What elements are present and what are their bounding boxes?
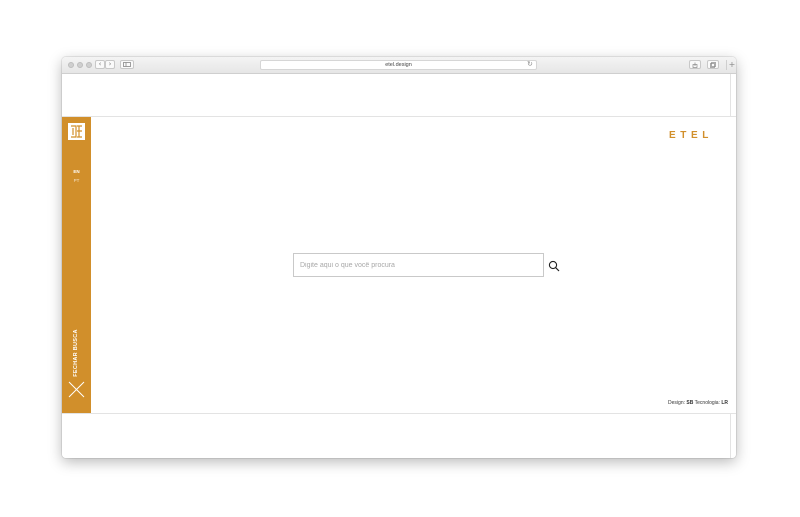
- new-tab-button[interactable]: +: [726, 60, 736, 70]
- window-close-control[interactable]: [68, 62, 74, 68]
- search-sidebar: EN PT FECHAR BUSCA: [62, 117, 91, 414]
- page-bottom-band: [62, 413, 736, 458]
- reload-icon: ↻: [527, 60, 533, 68]
- window-zoom-control[interactable]: [86, 62, 92, 68]
- design-label: Design:: [668, 400, 685, 406]
- sidebar-toggle-button[interactable]: [120, 60, 134, 69]
- address-bar[interactable]: etel.design: [260, 60, 537, 70]
- language-pt-link[interactable]: PT: [62, 178, 91, 183]
- chevron-right-icon: ›: [108, 60, 112, 68]
- back-button[interactable]: ‹: [95, 60, 105, 69]
- share-button[interactable]: [689, 60, 701, 69]
- forward-button[interactable]: ›: [105, 60, 115, 69]
- design-value[interactable]: SB: [686, 400, 693, 406]
- sidebar-icon: [123, 62, 131, 67]
- credits: Design: SB Tecnologia: LR: [668, 400, 728, 406]
- divider: [730, 74, 731, 116]
- share-icon: [692, 62, 698, 68]
- browser-window: ‹ › etel.design ↻ + EN PT FECHAR BUSCA E…: [62, 57, 736, 458]
- browser-toolbar: ‹ › etel.design ↻ +: [62, 57, 736, 74]
- search-submit-button[interactable]: [548, 259, 560, 272]
- plus-icon: +: [728, 60, 736, 69]
- close-search-button[interactable]: [68, 381, 85, 398]
- logo-mark-icon: [68, 123, 85, 140]
- tech-label: Tecnologia:: [694, 400, 720, 406]
- divider: [730, 414, 731, 458]
- chevron-left-icon: ‹: [98, 60, 102, 68]
- url-text: etel.design: [385, 62, 412, 68]
- search-icon: [548, 260, 560, 272]
- page-top-band: [62, 74, 736, 117]
- tabs-icon: [710, 62, 716, 68]
- tech-value[interactable]: LR: [721, 400, 728, 406]
- search-input[interactable]: [293, 253, 544, 277]
- close-search-label[interactable]: FECHAR BUSCA: [73, 329, 79, 377]
- brand-wordmark[interactable]: ETEL: [669, 130, 713, 141]
- reload-button[interactable]: ↻: [527, 60, 533, 69]
- tabs-button[interactable]: [707, 60, 719, 69]
- close-icon: [68, 381, 85, 398]
- window-minimize-control[interactable]: [77, 62, 83, 68]
- etel-logo[interactable]: [68, 123, 85, 140]
- language-en-link[interactable]: EN: [62, 169, 91, 174]
